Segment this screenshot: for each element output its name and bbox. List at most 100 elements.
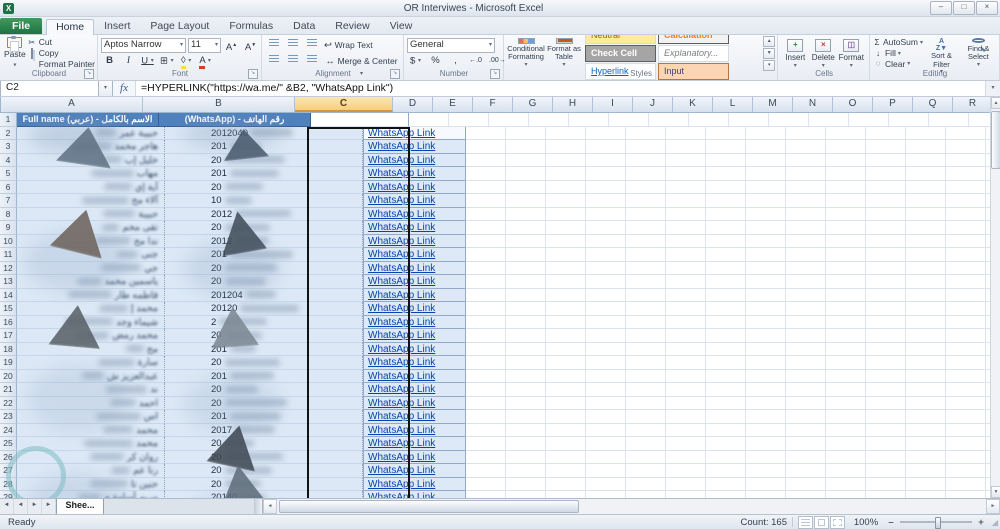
- empty-cell[interactable]: [946, 221, 986, 235]
- align-center-button[interactable]: [284, 54, 301, 69]
- whatsapp-link[interactable]: WhatsApp Link: [368, 344, 435, 355]
- empty-cell[interactable]: [466, 315, 506, 329]
- tab-home[interactable]: Home: [46, 19, 95, 35]
- empty-cell[interactable]: [826, 140, 866, 154]
- expand-formula-bar-button[interactable]: ▾: [985, 81, 1000, 96]
- empty-cell[interactable]: [746, 464, 786, 478]
- empty-cell[interactable]: [906, 234, 946, 248]
- whatsapp-link-cell[interactable]: WhatsApp Link: [363, 126, 466, 140]
- empty-cell[interactable]: [626, 234, 666, 248]
- empty-cell[interactable]: [626, 140, 666, 154]
- tab-data[interactable]: Data: [283, 18, 325, 34]
- empty-cell[interactable]: [946, 126, 986, 140]
- phone-cell[interactable]: 20: [165, 464, 363, 478]
- empty-cell[interactable]: [786, 383, 826, 397]
- empty-cell[interactable]: [506, 450, 546, 464]
- empty-cell[interactable]: [626, 261, 666, 275]
- empty-cell[interactable]: [466, 369, 506, 383]
- empty-cell[interactable]: [666, 342, 706, 356]
- empty-cell[interactable]: [986, 491, 990, 498]
- name-cell[interactable]: آية إي: [17, 180, 165, 194]
- empty-cell[interactable]: [506, 302, 546, 316]
- empty-cell[interactable]: [746, 356, 786, 370]
- empty-cell[interactable]: [546, 464, 586, 478]
- phone-cell[interactable]: 2017: [165, 423, 363, 437]
- empty-cell[interactable]: [706, 288, 746, 302]
- empty-cell[interactable]: [586, 383, 626, 397]
- italic-button[interactable]: I: [120, 54, 137, 69]
- empty-cell[interactable]: [786, 356, 826, 370]
- empty-cell[interactable]: [746, 315, 786, 329]
- empty-cell[interactable]: [466, 234, 506, 248]
- empty-cell[interactable]: [706, 477, 746, 491]
- whatsapp-link[interactable]: WhatsApp Link: [368, 398, 435, 409]
- empty-cell[interactable]: [506, 261, 546, 275]
- empty-cell[interactable]: [666, 248, 706, 262]
- empty-cell[interactable]: [609, 113, 649, 127]
- empty-cell[interactable]: [786, 221, 826, 235]
- horizontal-scrollbar[interactable]: ◄ ►: [263, 499, 1000, 514]
- empty-cell[interactable]: [986, 221, 990, 235]
- empty-cell[interactable]: [866, 342, 906, 356]
- empty-cell[interactable]: [826, 477, 866, 491]
- cut-button[interactable]: ✂ Cut: [27, 37, 95, 48]
- empty-cell[interactable]: [986, 140, 990, 154]
- empty-cell[interactable]: [466, 126, 506, 140]
- empty-cell[interactable]: [449, 113, 489, 127]
- empty-cell[interactable]: [666, 329, 706, 343]
- format-as-table-button[interactable]: Format as Table ▾: [545, 37, 583, 69]
- empty-cell[interactable]: [586, 248, 626, 262]
- empty-cell[interactable]: [586, 396, 626, 410]
- empty-cell[interactable]: [466, 491, 506, 498]
- empty-cell[interactable]: [866, 261, 906, 275]
- whatsapp-link-cell[interactable]: WhatsApp Link: [363, 261, 466, 275]
- empty-cell[interactable]: [466, 464, 506, 478]
- row-header-9[interactable]: 9: [0, 221, 17, 235]
- zoom-level-button[interactable]: 100%: [852, 517, 880, 528]
- empty-cell[interactable]: [546, 437, 586, 451]
- empty-cell[interactable]: [786, 153, 826, 167]
- empty-cell[interactable]: [586, 423, 626, 437]
- name-cell[interactable]: فاطمه طار: [17, 288, 165, 302]
- empty-cell[interactable]: [586, 140, 626, 154]
- empty-cell[interactable]: [626, 464, 666, 478]
- empty-cell[interactable]: [546, 180, 586, 194]
- phone-cell[interactable]: 2012: [165, 234, 363, 248]
- empty-cell[interactable]: [466, 383, 506, 397]
- empty-cell[interactable]: [826, 491, 866, 498]
- whatsapp-link-cell[interactable]: WhatsApp Link: [363, 464, 466, 478]
- empty-cell[interactable]: [666, 437, 706, 451]
- sort-filter-button[interactable]: A Z▼ Sort & Filter ▾: [923, 37, 960, 75]
- whatsapp-link[interactable]: WhatsApp Link: [368, 249, 435, 260]
- empty-cell[interactable]: [786, 437, 826, 451]
- empty-cell[interactable]: [946, 167, 986, 181]
- empty-cell[interactable]: [489, 113, 529, 127]
- empty-cell[interactable]: [969, 113, 990, 127]
- empty-cell[interactable]: [626, 477, 666, 491]
- whatsapp-link[interactable]: WhatsApp Link: [368, 155, 435, 166]
- empty-cell[interactable]: [946, 194, 986, 208]
- whatsapp-link[interactable]: WhatsApp Link: [368, 438, 435, 449]
- empty-cell[interactable]: [546, 261, 586, 275]
- empty-cell[interactable]: [666, 207, 706, 221]
- empty-cell[interactable]: [866, 180, 906, 194]
- empty-cell[interactable]: [506, 207, 546, 221]
- empty-cell[interactable]: [906, 369, 946, 383]
- empty-cell[interactable]: [906, 180, 946, 194]
- empty-cell[interactable]: [826, 423, 866, 437]
- empty-cell[interactable]: [706, 450, 746, 464]
- empty-cell[interactable]: [586, 275, 626, 289]
- empty-cell[interactable]: [746, 450, 786, 464]
- empty-cell[interactable]: [626, 450, 666, 464]
- empty-cell[interactable]: [826, 126, 866, 140]
- empty-cell[interactable]: [586, 356, 626, 370]
- empty-cell[interactable]: [866, 302, 906, 316]
- number-format-combo[interactable]: General ▾: [407, 37, 495, 53]
- empty-cell[interactable]: [666, 423, 706, 437]
- row-header-1[interactable]: 1: [0, 113, 17, 127]
- empty-cell[interactable]: [666, 302, 706, 316]
- column-header-h[interactable]: H: [553, 97, 593, 112]
- empty-cell[interactable]: [666, 410, 706, 424]
- grow-font-button[interactable]: A▲: [223, 38, 240, 53]
- empty-cell[interactable]: [866, 315, 906, 329]
